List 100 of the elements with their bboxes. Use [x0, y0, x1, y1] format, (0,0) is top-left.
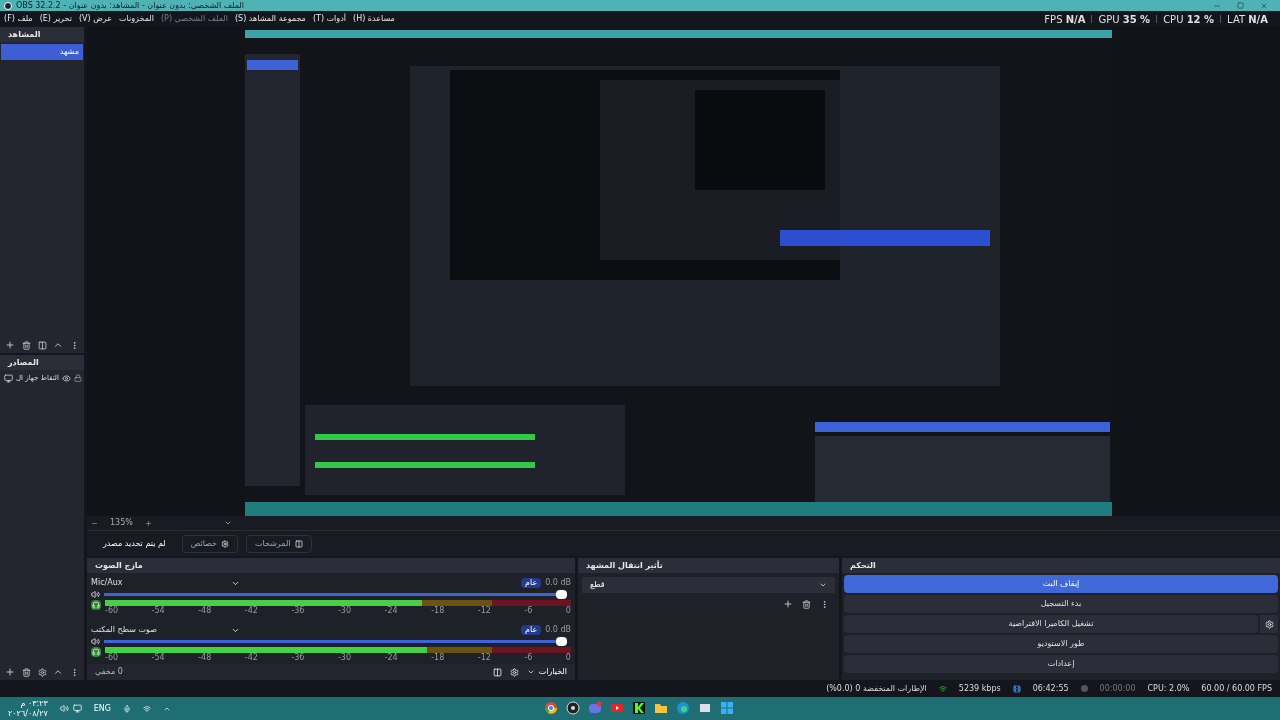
meter-tick: -54 — [151, 606, 165, 616]
control-button[interactable]: إعدادات — [844, 655, 1278, 673]
meter-tick: -60 — [105, 653, 119, 663]
meter-tick: -48 — [198, 606, 212, 616]
meter-tick: -18 — [431, 606, 445, 616]
speaker-icon[interactable] — [91, 590, 100, 599]
video-app-icon[interactable] — [610, 701, 624, 715]
options-button[interactable]: الخيارات — [526, 666, 567, 678]
speaker-icon[interactable] — [91, 637, 100, 646]
browser-icon[interactable] — [676, 701, 690, 715]
cpu-usage: CPU: 2.0% — [1147, 682, 1190, 695]
headphones-icon — [92, 648, 100, 656]
layout-icon[interactable] — [492, 667, 502, 677]
caret-icon — [526, 668, 535, 676]
delete-icon[interactable] — [20, 665, 32, 679]
meter-tick: -48 — [198, 653, 212, 663]
app-logo-icon — [4, 1, 12, 10]
meter-tick: 0 — [565, 606, 571, 616]
meter-tick: -6 — [524, 606, 533, 616]
delete-icon[interactable] — [20, 338, 32, 352]
lock-icon[interactable] — [73, 374, 82, 382]
control-button[interactable]: بدء التسجيل — [844, 595, 1278, 613]
channel-name: صوت سطح المكتب — [91, 624, 157, 636]
settings-icon[interactable] — [509, 667, 519, 677]
browser-icon[interactable] — [544, 701, 558, 715]
control-button[interactable]: طور الاستوديو — [844, 635, 1278, 653]
clock-time[interactable]: ٠٣:٢٣ م — [20, 698, 48, 709]
dropdown-icon[interactable] — [223, 519, 232, 527]
menu-item[interactable]: عرض (V) — [78, 13, 113, 25]
start-icon[interactable] — [720, 701, 734, 715]
panel-title: المصادر — [8, 356, 39, 369]
panel-title: مازج الصوت — [95, 559, 143, 572]
properties-button[interactable]: خصائص — [181, 534, 238, 553]
transition-select[interactable]: قطع — [582, 577, 835, 593]
zoom-in-icon[interactable] — [144, 519, 152, 527]
panel-title: المشاهد — [8, 28, 41, 41]
scene-item[interactable]: مشهد — [1, 44, 83, 60]
menu-item[interactable]: المخزونات — [119, 13, 154, 25]
volume-reading: 0.0 dB — [545, 624, 571, 636]
speaker-icon[interactable] — [59, 704, 69, 713]
panel-title: التحكم — [850, 559, 876, 572]
folder-icon[interactable] — [654, 701, 668, 715]
volume-slider[interactable] — [104, 593, 567, 596]
menu-item[interactable]: مساعدة (H) — [353, 13, 395, 25]
close-icon[interactable] — [1260, 1, 1268, 10]
monitor-button[interactable] — [91, 647, 101, 657]
clock-date[interactable]: ٢٠٢٦/٠٨/٢٧ — [8, 708, 48, 719]
bitrate: 5239 kbps — [958, 682, 1001, 695]
stream-app-icon[interactable] — [632, 701, 646, 715]
menu-item[interactable]: تحرير (E) — [39, 13, 72, 25]
menu-item[interactable]: ملف (F) — [4, 13, 33, 25]
dropped-frames: الإطارات المنخفضة 0 (0.0%) — [826, 682, 927, 695]
settings-button[interactable] — [1260, 615, 1278, 633]
meter-tick: -36 — [291, 606, 305, 616]
headphones-icon — [92, 601, 100, 609]
stat-text: GPU 35 % — [1098, 12, 1151, 27]
wifi-icon[interactable] — [143, 704, 151, 713]
monitor-button[interactable] — [91, 600, 101, 610]
filters-button[interactable]: المرشحات — [246, 534, 312, 553]
meter-tick: -6 — [524, 653, 533, 663]
meter-tick: -42 — [244, 606, 258, 616]
slider-thumb[interactable] — [556, 637, 567, 646]
microphone-icon[interactable] — [123, 704, 131, 713]
record-time: 00:00:00 — [1099, 682, 1136, 695]
volume-slider[interactable] — [104, 640, 567, 643]
signal-icon — [938, 684, 947, 693]
meter-tick: -60 — [105, 606, 119, 616]
caret-icon — [819, 581, 827, 589]
hidden-count: 0 مخفي — [95, 666, 123, 678]
slider-thumb[interactable] — [556, 590, 567, 599]
meter-tick: -12 — [477, 653, 491, 663]
stat-text: FPS N/A — [1044, 12, 1086, 27]
filter-icon[interactable] — [36, 338, 48, 352]
record-app-icon[interactable] — [566, 701, 580, 715]
settings-icon[interactable] — [36, 665, 48, 679]
eye-icon[interactable] — [61, 373, 71, 383]
language-indicator[interactable]: ENG — [93, 702, 111, 715]
stat-text: CPU 12 % — [1163, 12, 1215, 27]
channel-name: Mic/Aux — [91, 577, 123, 589]
meter-tick: 0 — [565, 653, 571, 663]
zoom-level: 135% — [110, 517, 133, 529]
stream-icon — [1012, 684, 1021, 693]
gear-icon — [1264, 619, 1274, 629]
mute-badge: عام — [521, 625, 542, 635]
monitor-icon — [4, 373, 13, 383]
control-button[interactable]: إيقاف البث — [844, 575, 1278, 593]
source-status: لم يتم تحديد مصدر — [101, 537, 167, 550]
window-icon[interactable] — [698, 701, 712, 715]
menu-item[interactable]: أدوات (T) — [312, 13, 346, 25]
menu-item[interactable]: مجموعة المشاهد (S) — [234, 13, 306, 25]
stat-text: LAT N/A — [1227, 12, 1268, 27]
meter-tick: -24 — [384, 606, 398, 616]
volume-reading: 0.0 dB — [545, 577, 571, 589]
fps-reading: 60.00 / 60.00 FPS — [1201, 682, 1272, 695]
control-button[interactable]: تشغيل الكاميرا الافتراضية — [844, 615, 1258, 633]
meter-tick: -30 — [337, 653, 352, 663]
meter-tick: -36 — [291, 653, 305, 663]
window-title: الملف الشخصي: بدون عنوان - المشاهد: بدون عنوان - OBS 32.2.2 — [16, 0, 244, 11]
meter-tick: -42 — [244, 653, 258, 663]
filter-icon — [294, 539, 303, 548]
